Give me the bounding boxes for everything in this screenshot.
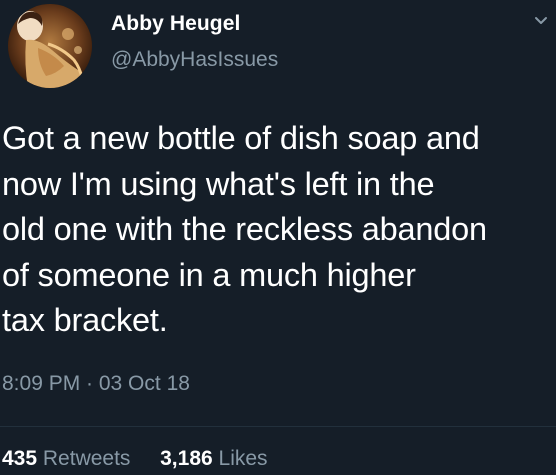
likes-label: Likes [218,447,268,470]
likes-count: 3,186 [160,447,213,470]
avatar-image [8,4,92,88]
author-display-name[interactable]: Abby Heugel [111,12,240,36]
avatar[interactable] [8,4,92,88]
tweet-timestamp[interactable]: 8:09 PM · 03 Oct 18 [2,372,190,396]
likes-stat[interactable]: 3,186 Likes [154,447,267,470]
author-handle[interactable]: @AbbyHasIssues [111,48,278,72]
retweets-stat[interactable]: 435 Retweets [2,447,136,470]
divider [0,426,556,427]
tweet-card: Abby Heugel @AbbyHasIssues Got a new bot… [0,0,556,475]
tweet-stats: 435 Retweets 3,186 Likes [2,447,268,471]
retweets-label: Retweets [42,447,131,470]
chevron-down-icon[interactable] [534,14,548,28]
retweets-count: 435 [2,447,38,470]
tweet-text: Got a new bottle of dish soap and now I'… [2,120,487,338]
